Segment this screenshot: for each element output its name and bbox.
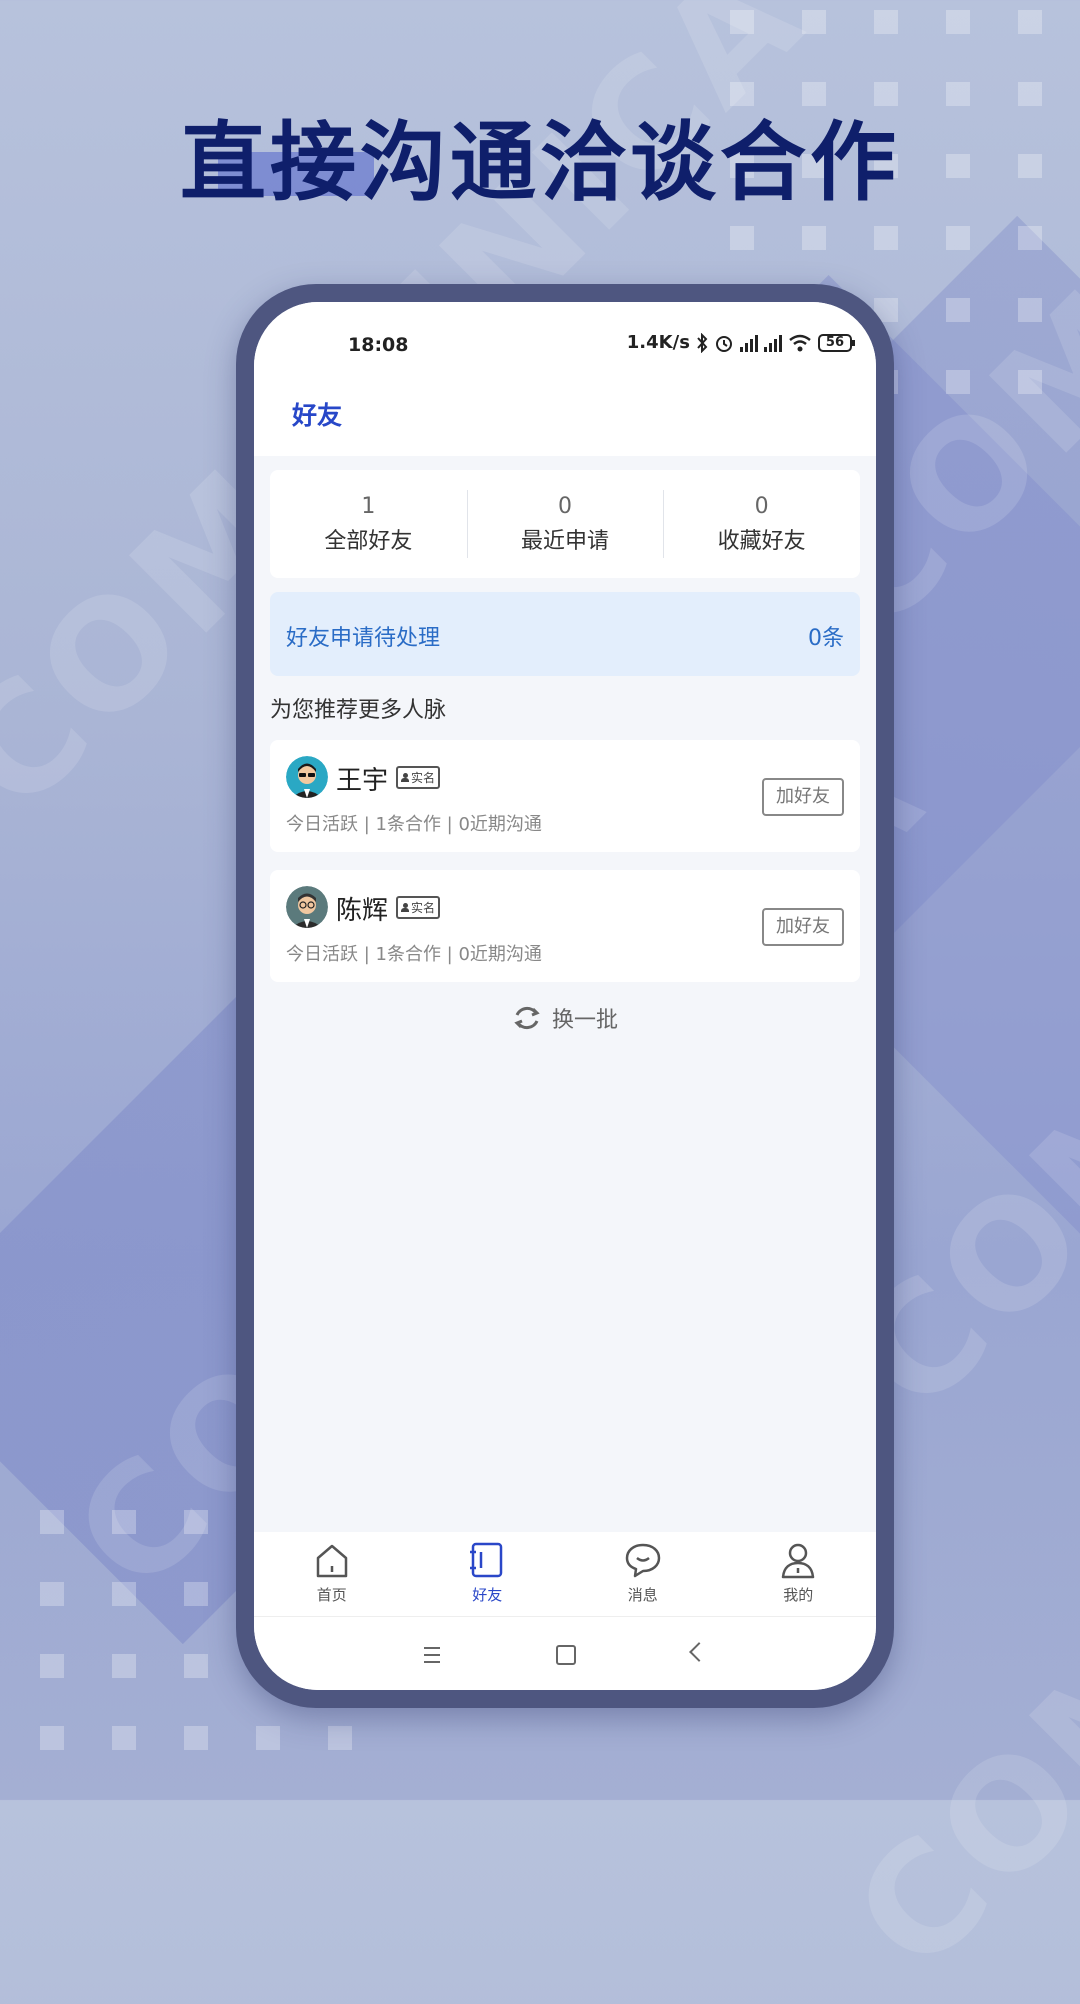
person-icon [401, 903, 409, 912]
home-square-icon[interactable] [556, 1645, 576, 1665]
app-header: 好友 [254, 374, 876, 456]
status-bar: 18:08 1.4K/s 56 [254, 302, 876, 374]
battery-icon: 56 [817, 333, 856, 352]
status-indicators: 1.4K/s 56 [626, 332, 856, 353]
page-title: 好友 [292, 401, 343, 430]
home-icon [316, 1544, 347, 1578]
pending-requests-bar[interactable]: 好友申请待处理 0条 [270, 592, 860, 676]
tab-label: 好友 [472, 1586, 503, 1604]
contacts-icon [470, 1542, 503, 1578]
back-icon[interactable] [689, 1642, 709, 1662]
add-friend-button[interactable]: 加好友 [762, 908, 844, 946]
person-meta: 今日活跃 | 1条合作 | 0近期沟通 [286, 944, 542, 965]
phone-screen: 18:08 1.4K/s 56 好友 1 全部好友 0 最近申请 0 收藏好友 … [254, 302, 876, 1690]
tab-label: 我的 [783, 1586, 814, 1604]
person-name: 陈辉 [336, 896, 389, 926]
refresh-icon [514, 1006, 540, 1030]
status-time: 18:08 [348, 334, 409, 356]
bottom-tab-bar: 首页 好友 消息 我的 [254, 1532, 876, 1616]
person-icon [401, 773, 409, 782]
promo-headline: 直接沟通洽谈合作 [180, 112, 900, 213]
verified-label: 实名 [411, 901, 436, 915]
stat-value: 0 [754, 494, 769, 519]
verified-badge: 实名 [396, 766, 441, 789]
tab-friends[interactable]: 好友 [410, 1532, 566, 1616]
stat-label: 收藏好友 [717, 529, 806, 554]
tab-label: 消息 [627, 1586, 658, 1604]
person-name: 王宇 [336, 766, 389, 796]
friend-stats: 1 全部好友 0 最近申请 0 收藏好友 [270, 470, 860, 578]
signal-icon [739, 334, 758, 352]
network-speed: 1.4K/s [626, 332, 690, 353]
tab-home[interactable]: 首页 [254, 1532, 410, 1616]
chat-icon [625, 1543, 660, 1578]
stat-favorite-friends[interactable]: 0 收藏好友 [663, 470, 860, 578]
stat-label: 最近申请 [521, 529, 610, 554]
stat-value: 0 [558, 494, 572, 519]
stat-label: 全部好友 [324, 529, 413, 554]
refresh-button[interactable]: 换一批 [254, 1002, 876, 1034]
person-meta: 今日活跃 | 1条合作 | 0近期沟通 [286, 814, 542, 835]
avatar [286, 886, 328, 928]
verified-label: 实名 [411, 771, 436, 785]
refresh-label: 换一批 [551, 1008, 618, 1033]
recommend-section-title: 为您推荐更多人脉 [270, 698, 447, 723]
stat-recent-requests[interactable]: 0 最近申请 [466, 470, 664, 578]
bluetooth-icon [697, 332, 708, 353]
system-nav-bar [254, 1616, 876, 1690]
tab-label: 首页 [316, 1586, 347, 1604]
stat-value: 1 [361, 494, 376, 519]
add-friend-button[interactable]: 加好友 [762, 778, 844, 816]
stat-all-friends[interactable]: 1 全部好友 [270, 470, 467, 578]
menu-icon[interactable] [424, 1647, 440, 1668]
verified-badge: 实名 [396, 896, 441, 919]
alarm-icon [715, 335, 732, 352]
person-card[interactable]: 王宇 实名 今日活跃 | 1条合作 | 0近期沟通 加好友 [270, 740, 860, 852]
avatar [286, 756, 328, 798]
tab-mine[interactable]: 我的 [721, 1532, 877, 1616]
pending-count: 0条 [808, 626, 844, 651]
phone-frame: 18:08 1.4K/s 56 好友 1 全部好友 0 最近申请 0 收藏好友 … [236, 284, 894, 1708]
person-card[interactable]: 陈辉 实名 今日活跃 | 1条合作 | 0近期沟通 加好友 [270, 870, 860, 982]
wifi-icon [789, 334, 811, 351]
tab-messages[interactable]: 消息 [565, 1532, 721, 1616]
profile-icon [782, 1543, 815, 1579]
pending-label: 好友申请待处理 [286, 626, 441, 651]
signal-icon [763, 334, 782, 352]
